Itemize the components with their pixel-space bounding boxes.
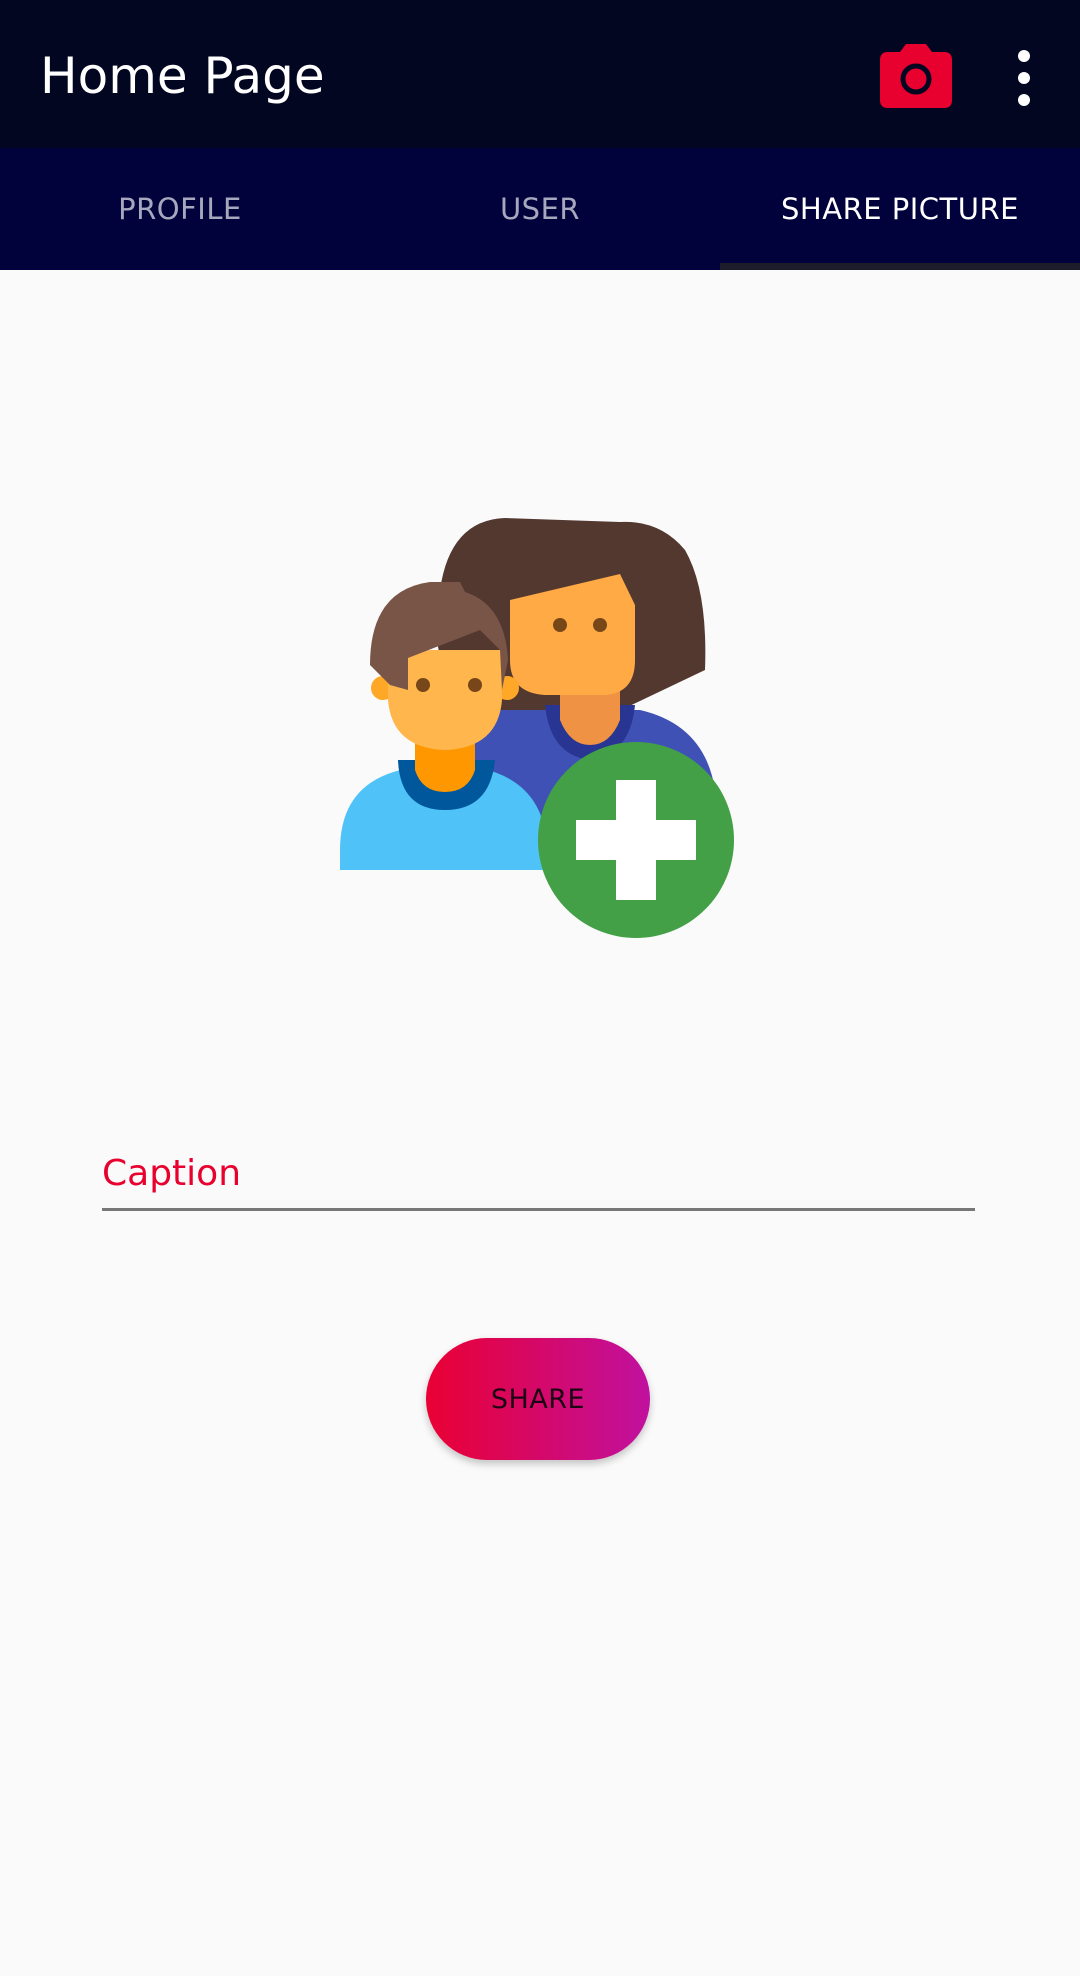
active-tab-indicator xyxy=(720,263,1080,270)
page-title: Home Page xyxy=(40,47,325,105)
add-badge xyxy=(538,742,734,938)
caption-input[interactable] xyxy=(102,1138,975,1211)
tab-user[interactable]: USER xyxy=(360,148,720,270)
overflow-menu-button[interactable] xyxy=(1000,48,1048,108)
more-vert-icon xyxy=(1018,50,1030,106)
add-users-icon xyxy=(340,518,734,938)
app-bar: Home Page xyxy=(0,0,1080,148)
tab-share-picture[interactable]: SHARE PICTURE xyxy=(720,148,1080,270)
app-root: Home Page PROFILE USER SHARE PICTURE Cap… xyxy=(0,0,1080,1976)
share-button[interactable]: SHARE xyxy=(426,1338,650,1460)
camera-button[interactable] xyxy=(880,44,952,108)
tab-bar: PROFILE USER SHARE PICTURE xyxy=(0,148,1080,270)
camera-icon xyxy=(880,44,952,108)
tab-profile[interactable]: PROFILE xyxy=(0,148,360,270)
